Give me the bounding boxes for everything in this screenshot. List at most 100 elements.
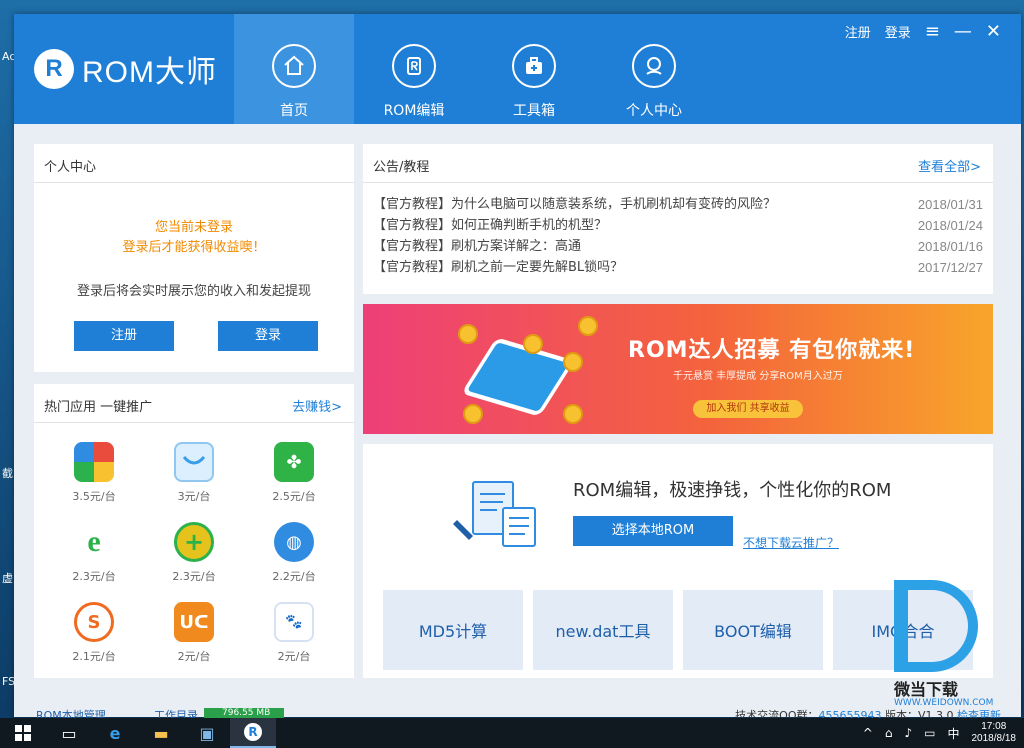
start-windows-icon[interactable] [0,718,46,748]
coin-icon [563,352,583,372]
s-app-icon: S [74,602,114,642]
cloud-promote-link[interactable]: 不想下载云推广？ [743,534,839,551]
globe-browser-icon: ◍ [274,522,314,562]
app-item[interactable]: + 2.3元/台 [144,522,244,584]
desktop-label: 虚 [2,572,13,585]
baidu-icon: 🐾 [274,602,314,642]
app-price: 3.5元/台 [72,490,116,503]
banner-subtitle: 千元悬赏 丰厚提成 分享ROM月入过万 [673,371,843,382]
clock-date: 2018/8/18 [971,733,1017,744]
app-item[interactable]: ᑌᑕ 2元/台 [144,602,244,664]
coin-icon [523,334,543,354]
login-button[interactable]: 登录 [218,321,318,351]
notice-date: 2018/01/31 [917,197,983,212]
app-price: 2元/台 [177,650,211,663]
close-icon[interactable]: ✕ [986,22,1001,41]
app-price: 2.3元/台 [172,570,216,583]
nav-toolbox[interactable]: 工具箱 [474,14,594,124]
ime-language[interactable]: 中 [947,725,959,742]
view-all-link[interactable]: 查看全部> [918,156,981,175]
app-item[interactable]: 🐾 2元/台 [244,602,344,664]
task-view-icon[interactable]: ▭ [46,718,92,748]
desktop-label: 截 [2,467,13,480]
tool-buttons: MD5计算 new.dat工具 BOOT编辑 IMG合合 [383,590,973,670]
nav-home-label: 首页 [280,103,308,119]
divider [34,422,354,423]
battery-icon[interactable]: ▭ [924,726,935,740]
app-price: 3元/台 [177,490,211,503]
recruit-banner[interactable]: ROM达人招募 有包你就来! 千元悬赏 丰厚提成 分享ROM月入过万 加入我们 … [363,304,993,434]
register-button[interactable]: 注册 [74,321,174,351]
app-price: 2.3元/台 [72,570,116,583]
watermark-d-logo [894,580,978,672]
notice-item[interactable]: 【官方教程】如何正确判断手机的机型？ 2018/01/24 [373,215,983,236]
md5-tool-button[interactable]: MD5计算 [383,590,523,670]
banner-join-button[interactable]: 加入我们 共享收益 [693,400,803,418]
app-price: 2元/台 [277,650,311,663]
app-item[interactable]: ✤ 2.5元/台 [244,442,344,504]
header-register-link[interactable]: 注册 [845,22,871,41]
boot-edit-button[interactable]: BOOT编辑 [683,590,823,670]
nav-toolbox-label: 工具箱 [513,103,555,119]
app-item[interactable]: S 2.1元/台 [44,602,144,664]
system-tray: ^ ⌂ ♪ ▭ 中 17:08 2018/8/18 [863,718,1016,748]
notice-title: 【官方教程】如何正确判断手机的机型？ [373,218,608,233]
main-nav: 首页 ROM编辑 工具箱 个人中心 [234,14,714,124]
browser-e-icon: e [74,522,114,562]
notice-title: 【官方教程】刷机之前一定要先解BL锁吗？ [373,260,624,275]
document-edit-icon [453,481,536,547]
clock-time: 17:08 [981,721,1007,732]
newdat-tool-button[interactable]: new.dat工具 [533,590,673,670]
rom-master-taskbar-icon[interactable]: R [230,718,276,748]
uc-browser-icon: ᑌᑕ [174,602,214,642]
login-hint-text: 登录后才能获得收益噢！ [122,240,266,255]
select-local-rom-button[interactable]: 选择本地ROM [573,516,733,546]
app-item[interactable]: ◍ 2.2元/台 [244,522,344,584]
rom-edit-icon [392,44,436,88]
coin-icon [563,404,583,424]
pinwheel-app-icon [74,442,114,482]
hot-apps-panel: 热门应用 一键推广 去赚钱> 3.5元/台 3元/台 ✤ 2.5元/台 e 2.… [34,384,354,678]
nav-home[interactable]: 首页 [234,14,354,124]
notice-list: 【官方教程】为什么电脑可以随意装系统，手机刷机却有变砖的风险？ 2018/01/… [373,194,983,278]
user-icon [632,44,676,88]
banner-title: ROM达人招募 有包你就来! [628,338,916,363]
disk-usage-bar: 796.55 MB [204,708,284,718]
network-icon[interactable]: ⌂ [885,726,893,740]
app-store-icon [174,442,214,482]
rom-edit-slogan: ROM编辑，极速挣钱，个性化你的ROM [573,480,892,501]
earn-money-link[interactable]: 去赚钱> [292,396,342,415]
nav-rom-edit-label: ROM编辑 [383,103,445,119]
tray-up-arrow-icon[interactable]: ^ [863,726,873,740]
app-item[interactable]: 3元/台 [144,442,244,504]
edge-browser-icon[interactable]: e [92,718,138,748]
clock[interactable]: 17:08 2018/8/18 [972,721,1017,745]
app-header: R ROM大师 首页 ROM编辑 工具箱 个人中心 注册 登录 ≡ — ✕ [14,14,1021,124]
app-window-icon[interactable]: ▣ [184,718,230,748]
home-icon [272,44,316,88]
coin-icon [463,404,483,424]
nav-user-center[interactable]: 个人中心 [594,14,714,124]
nav-rom-edit[interactable]: ROM编辑 [354,14,474,124]
notices-panel: 公告/教程 查看全部> 【官方教程】为什么电脑可以随意装系统，手机刷机却有变砖的… [363,144,993,294]
menu-icon[interactable]: ≡ [925,22,940,41]
minimize-icon[interactable]: — [954,22,972,41]
security-plus-icon: + [174,522,214,562]
notice-item[interactable]: 【官方教程】刷机之前一定要先解BL锁吗？ 2017/12/27 [373,257,983,278]
app-item[interactable]: e 2.3元/台 [44,522,144,584]
app-item[interactable]: 3.5元/台 [44,442,144,504]
header-login-link[interactable]: 登录 [885,22,911,41]
income-info-text: 登录后将会实时展示您的收入和发起提现 [76,284,311,299]
app-price: 2.1元/台 [72,650,116,663]
notice-date: 2018/01/24 [917,218,983,233]
taskbar: ▭ e ▬ ▣ R ^ ⌂ ♪ ▭ 中 17:08 2018/8/18 [0,718,1024,748]
volume-icon[interactable]: ♪ [904,726,912,740]
nav-user-center-label: 个人中心 [626,103,682,119]
file-explorer-icon[interactable]: ▬ [138,718,184,748]
clover-app-icon: ✤ [274,442,314,482]
notice-item[interactable]: 【官方教程】刷机方案详解之：高通 2018/01/16 [373,236,983,257]
notices-title: 公告/教程 [373,160,430,175]
toolbox-icon [512,44,556,88]
app-price: 2.5元/台 [272,490,316,503]
notice-item[interactable]: 【官方教程】为什么电脑可以随意装系统，手机刷机却有变砖的风险？ 2018/01/… [373,194,983,215]
